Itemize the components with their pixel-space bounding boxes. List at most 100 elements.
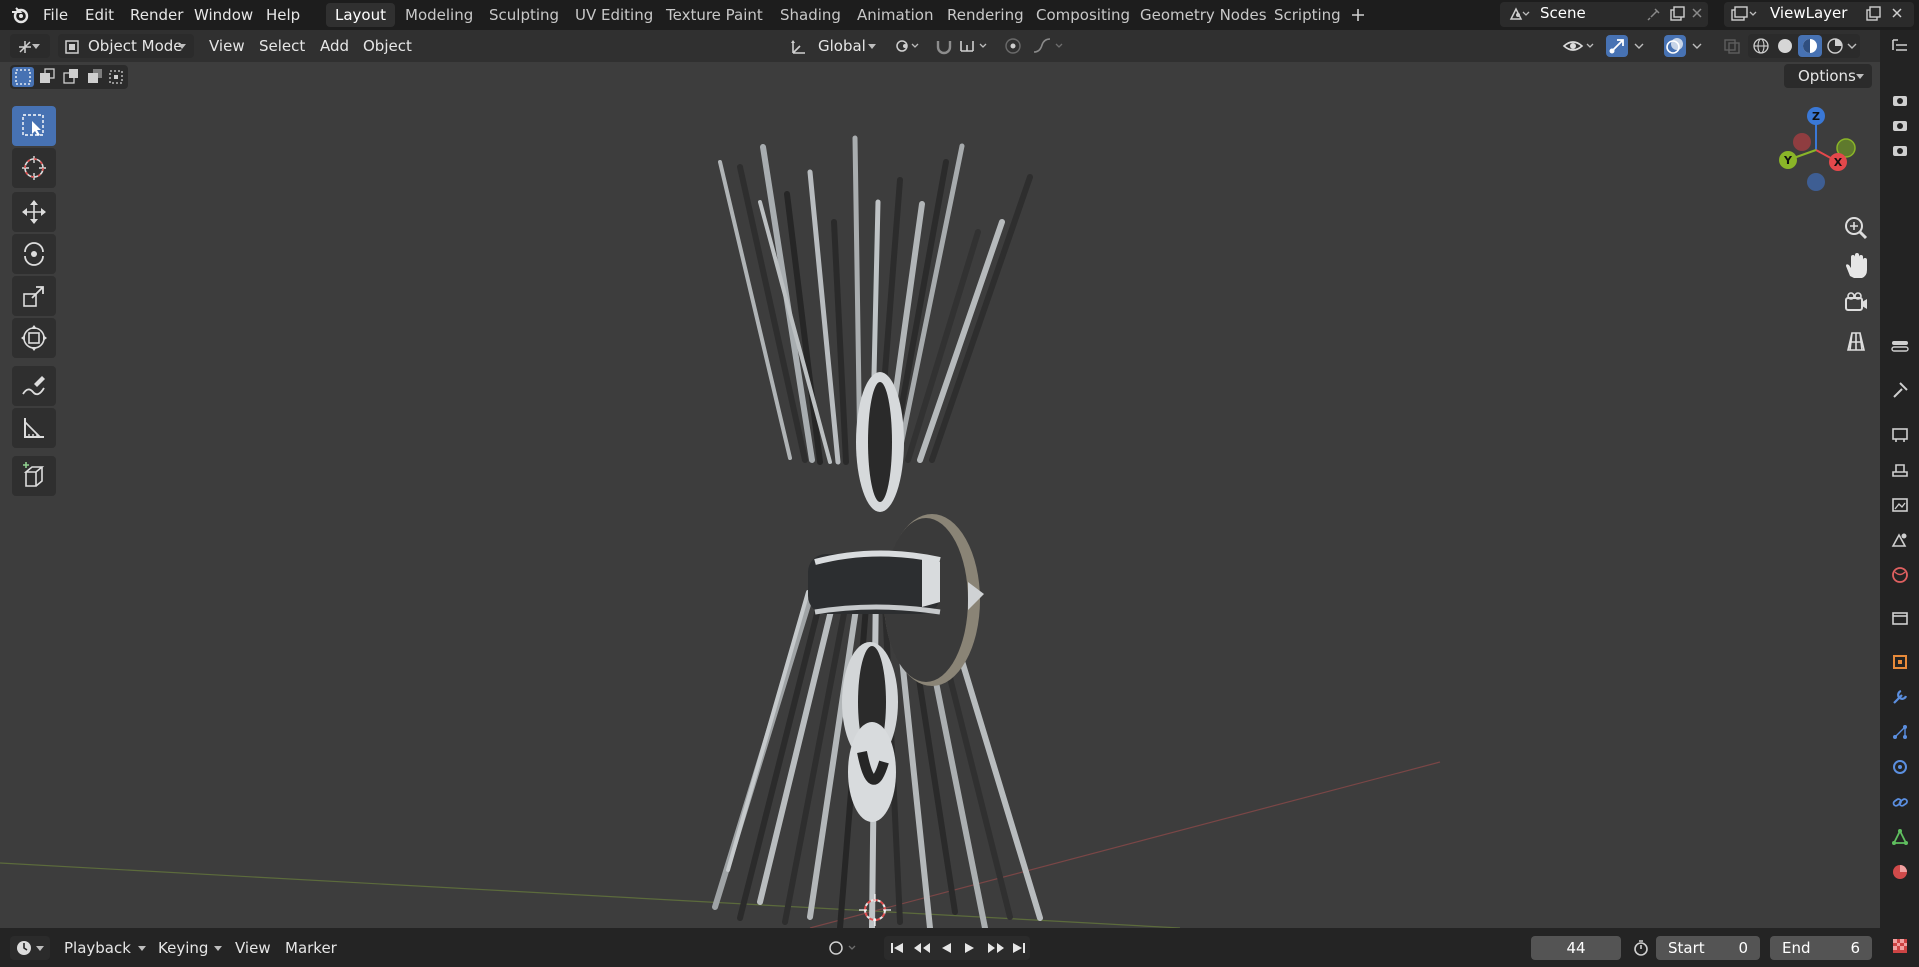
navigation-gizmo[interactable]: Z X Y: [1768, 102, 1864, 198]
shading-dropdown-icon[interactable]: [1846, 39, 1858, 57]
auto-keying-icon[interactable]: [827, 939, 861, 961]
delete-view-layer-icon[interactable]: [1890, 6, 1904, 24]
tab-shading[interactable]: Shading: [771, 3, 850, 27]
zoom-button[interactable]: [1838, 210, 1874, 246]
data-properties-icon[interactable]: [1890, 827, 1910, 847]
tab-rendering[interactable]: Rendering: [938, 3, 1033, 27]
modifier-properties-icon[interactable]: [1890, 687, 1910, 707]
menu-window[interactable]: Window: [187, 4, 260, 26]
falloff-curve-icon[interactable]: [1032, 37, 1068, 59]
select-subtract-icon[interactable]: [60, 67, 82, 91]
tool-rotate[interactable]: [12, 234, 56, 274]
start-frame-field[interactable]: Start 0: [1656, 936, 1760, 960]
tool-scale[interactable]: [12, 276, 56, 316]
world-properties-icon[interactable]: [1890, 565, 1910, 585]
playback-dropdown[interactable]: Playback: [58, 936, 148, 960]
outliner-icon[interactable]: [1890, 36, 1910, 56]
tab-animation[interactable]: Animation: [848, 3, 942, 27]
options-dropdown[interactable]: Options: [1784, 64, 1872, 88]
select-intersect-icon[interactable]: [106, 67, 128, 91]
transform-orientation-dropdown[interactable]: Global: [786, 34, 882, 58]
visibility-icon[interactable]: [1562, 36, 1598, 60]
select-invert-icon[interactable]: [84, 67, 106, 91]
editor-type-dropdown[interactable]: [10, 34, 50, 58]
tab-modeling[interactable]: Modeling: [396, 3, 482, 27]
blender-logo-icon[interactable]: [10, 6, 30, 28]
delete-scene-icon[interactable]: [1690, 6, 1704, 24]
physics-properties-icon[interactable]: [1890, 757, 1910, 777]
particles-properties-icon[interactable]: [1890, 722, 1910, 742]
jump-to-keyframe-forward-icon[interactable]: [984, 940, 1006, 960]
menu-render[interactable]: Render: [123, 4, 190, 26]
collection-properties-icon[interactable]: [1890, 608, 1910, 628]
texture-properties-icon[interactable]: [1890, 936, 1910, 956]
overlays-toggle-icon[interactable]: [1664, 35, 1686, 57]
xray-toggle-icon[interactable]: [1722, 37, 1742, 59]
plus-icon[interactable]: [1349, 6, 1367, 28]
object-properties-icon[interactable]: [1890, 652, 1910, 672]
select-extend-icon[interactable]: [36, 67, 58, 91]
select-new-icon[interactable]: [12, 67, 34, 87]
gizmo-dropdown-icon[interactable]: [1632, 38, 1646, 58]
jump-to-keyframe-back-icon[interactable]: [912, 940, 934, 960]
current-frame-field[interactable]: 44: [1531, 936, 1621, 960]
render-camera-icon-1[interactable]: [1890, 90, 1910, 110]
tab-sculpting[interactable]: Sculpting: [480, 3, 568, 27]
keying-dropdown[interactable]: Keying: [152, 936, 226, 960]
jump-to-start-icon[interactable]: [888, 940, 906, 960]
new-scene-icon[interactable]: [1668, 5, 1686, 27]
menu-help[interactable]: Help: [259, 4, 307, 26]
camera-view-button[interactable]: [1838, 286, 1874, 322]
snap-toggle-icon[interactable]: [934, 37, 954, 59]
tool-move[interactable]: [12, 192, 56, 232]
tab-compositing[interactable]: Compositing: [1027, 3, 1139, 27]
timeline-menu-marker[interactable]: Marker: [279, 937, 343, 959]
menu-edit[interactable]: Edit: [78, 4, 121, 26]
3d-viewport[interactable]: Options Z X Y: [0, 62, 1880, 928]
output-properties-icon[interactable]: [1890, 460, 1910, 480]
tool-properties-icon[interactable]: [1890, 380, 1910, 400]
view-layer-properties-icon[interactable]: [1890, 495, 1910, 515]
end-frame-field[interactable]: End 6: [1770, 936, 1872, 960]
pan-button[interactable]: [1838, 248, 1874, 284]
render-camera-icon-3[interactable]: [1890, 140, 1910, 160]
jump-to-end-icon[interactable]: [1010, 940, 1028, 960]
pivot-point-icon[interactable]: [894, 38, 922, 58]
tool-cursor[interactable]: [12, 148, 56, 188]
tab-geometry-nodes[interactable]: Geometry Nodes: [1131, 3, 1276, 27]
tool-annotate[interactable]: [12, 366, 56, 406]
overlays-dropdown-icon[interactable]: [1690, 38, 1704, 58]
timeline-menu-view[interactable]: View: [229, 937, 277, 959]
scene-properties-icon[interactable]: [1890, 530, 1910, 550]
tool-measure[interactable]: [12, 408, 56, 448]
play-reverse-icon[interactable]: [938, 940, 954, 960]
material-properties-icon[interactable]: [1890, 862, 1910, 882]
timeline-editor-type-dropdown[interactable]: [10, 936, 50, 960]
tab-texture-paint[interactable]: Texture Paint: [657, 3, 772, 27]
proportional-editing-icon[interactable]: [1004, 37, 1022, 59]
gizmo-toggle-icon[interactable]: [1606, 35, 1628, 57]
scene-selector[interactable]: Scene: [1500, 2, 1708, 27]
properties-editor-icon[interactable]: [1890, 336, 1910, 356]
tab-scripting[interactable]: Scripting: [1265, 3, 1350, 27]
tool-select-box[interactable]: [12, 106, 56, 146]
snap-target-icon[interactable]: [958, 37, 992, 59]
solid-shading-icon[interactable]: [1776, 37, 1794, 59]
constraints-properties-icon[interactable]: [1890, 792, 1910, 812]
pin-icon[interactable]: [1646, 6, 1662, 26]
tab-layout[interactable]: Layout: [326, 3, 395, 27]
stopwatch-icon[interactable]: [1632, 939, 1650, 961]
tool-transform[interactable]: [12, 318, 56, 358]
menu-select[interactable]: Select: [252, 34, 312, 58]
toggle-perspective-button[interactable]: [1838, 324, 1874, 360]
tab-uv-editing[interactable]: UV Editing: [566, 3, 662, 27]
new-view-layer-icon[interactable]: [1864, 5, 1882, 27]
menu-view[interactable]: View: [202, 34, 252, 58]
tool-add-cube[interactable]: [12, 456, 56, 496]
rendered-shading-icon[interactable]: [1826, 37, 1844, 59]
mode-dropdown[interactable]: Object Mode: [58, 34, 194, 58]
wireframe-shading-icon[interactable]: [1752, 37, 1770, 59]
view-layer-selector[interactable]: ViewLayer: [1724, 2, 1914, 27]
material-shading-icon[interactable]: [1798, 35, 1822, 57]
play-icon[interactable]: [962, 940, 978, 960]
